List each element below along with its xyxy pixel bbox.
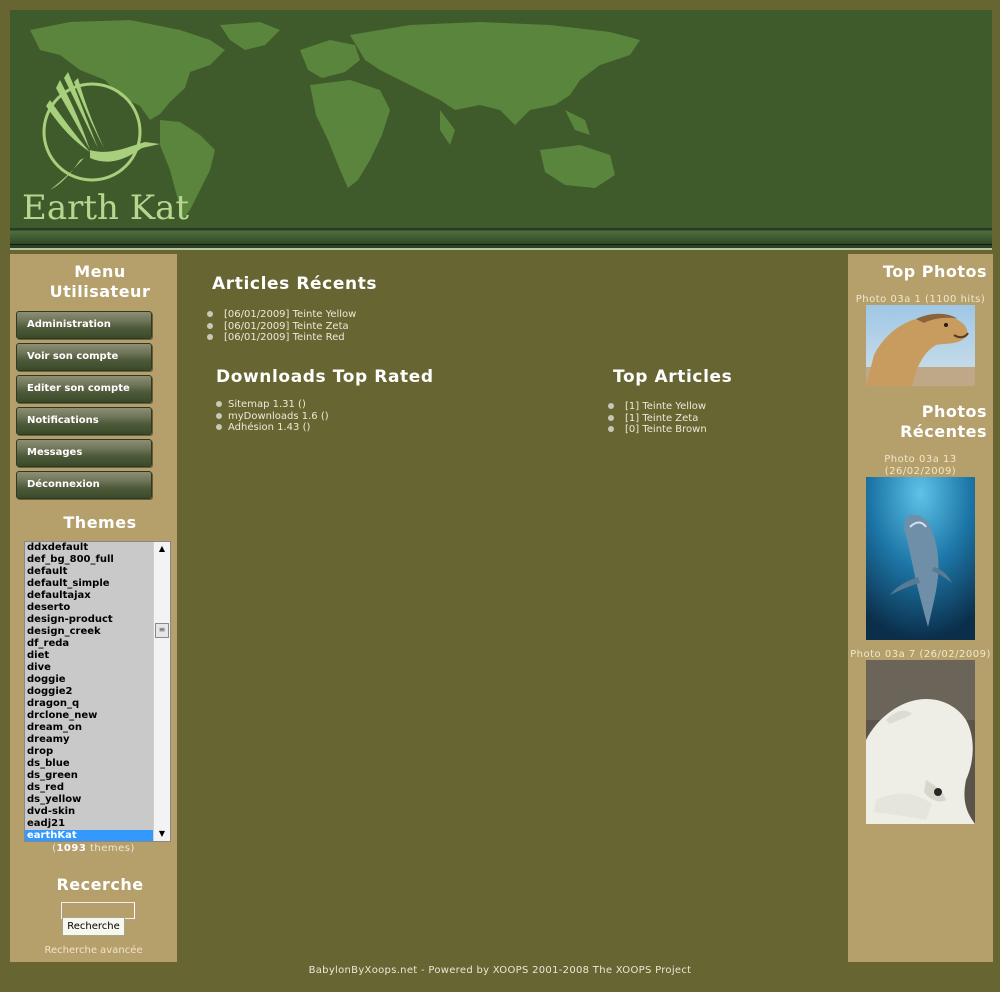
advanced-search-link[interactable]: Recherche avancée	[10, 945, 177, 956]
themes-count: (1093 themes)	[52, 843, 135, 854]
scroll-up-arrow-icon[interactable]: ▲	[154, 542, 170, 556]
theme-option[interactable]: dream_on	[25, 722, 153, 734]
right-sidebar: Top Photos Photo 03a 1 (1100 hits) Photo…	[848, 254, 993, 962]
recent-articles-list: [06/01/2009] Teinte Yellow [06/01/2009] …	[207, 309, 356, 344]
themes-listbox[interactable]: ddxdefault def_bg_800_full default defau…	[24, 541, 171, 842]
search-title: Recerche	[56, 875, 144, 894]
dolphin-photo-image	[866, 477, 975, 640]
theme-option[interactable]: ds_red	[25, 782, 153, 794]
user-menu-title: Menu Utilisateur	[49, 262, 151, 301]
polar-bear-photo-image	[866, 660, 975, 824]
theme-option[interactable]: ds_yellow	[25, 794, 153, 806]
theme-option[interactable]: ddxdefault	[25, 542, 153, 554]
theme-option[interactable]: default_simple	[25, 578, 153, 590]
theme-option[interactable]: doggie2	[25, 686, 153, 698]
theme-option[interactable]: design_creek	[25, 626, 153, 638]
theme-option[interactable]: defaultajax	[25, 590, 153, 602]
theme-option[interactable]: drclone_new	[25, 710, 153, 722]
theme-option[interactable]: diet	[25, 650, 153, 662]
list-item[interactable]: myDownloads 1.6 ()	[216, 411, 329, 423]
camel-photo[interactable]	[866, 305, 975, 386]
menu-logout-button[interactable]: Déconnexion	[16, 471, 152, 499]
menu-notifications-button[interactable]: Notifications	[16, 407, 152, 435]
theme-option[interactable]: def_bg_800_full	[25, 554, 153, 566]
menu-messages-button[interactable]: Messages	[16, 439, 152, 467]
menu-administration-button[interactable]: Administration	[16, 311, 152, 339]
theme-option-selected[interactable]: earthKat	[25, 830, 153, 841]
theme-option[interactable]: drop	[25, 746, 153, 758]
footer-text: BabylonByXoops.net - Powered by XOOPS 20…	[308, 965, 692, 976]
theme-option[interactable]: dvd-skin	[25, 806, 153, 818]
list-item[interactable]: [06/01/2009] Teinte Yellow	[207, 309, 356, 321]
theme-option[interactable]: dragon_q	[25, 698, 153, 710]
themes-scrollbar[interactable]: ▲ ≡ ▼	[153, 542, 170, 841]
downloads-list: Sitemap 1.31 () myDownloads 1.6 () Adhés…	[216, 399, 329, 434]
theme-option[interactable]: ds_green	[25, 770, 153, 782]
theme-option[interactable]: dreamy	[25, 734, 153, 746]
theme-option[interactable]: default	[25, 566, 153, 578]
recent-photo1-caption[interactable]: Photo 03a 13 (26/02/2009)	[848, 454, 993, 478]
themes-title: Themes	[63, 513, 137, 532]
list-item[interactable]: [0] Teinte Brown	[608, 424, 707, 436]
list-item[interactable]: Adhésion 1.43 ()	[216, 422, 329, 434]
downloads-top-rated-title: Downloads Top Rated	[216, 367, 434, 387]
scroll-down-arrow-icon[interactable]: ▼	[154, 827, 170, 841]
recent-articles-title: Articles Récents	[212, 274, 378, 294]
site-header: Earth Kat	[10, 10, 992, 228]
polar-bear-photo[interactable]	[866, 660, 975, 824]
theme-option[interactable]: design-product	[25, 614, 153, 626]
top-photos-title: Top Photos	[882, 262, 987, 281]
dolphin-photo[interactable]	[866, 477, 975, 640]
crane-logo-icon	[42, 72, 160, 190]
header-band	[10, 228, 992, 250]
site-name: Earth Kat	[22, 188, 190, 228]
top-articles-title: Top Articles	[613, 367, 733, 387]
recent-photos-title: Photos Récentes	[900, 402, 987, 441]
theme-option[interactable]: ds_blue	[25, 758, 153, 770]
search-button[interactable]: Recherche	[62, 917, 125, 936]
list-item[interactable]: Sitemap 1.31 ()	[216, 399, 329, 411]
theme-option[interactable]: df_reda	[25, 638, 153, 650]
top-articles-list: [1] Teinte Yellow [1] Teinte Zeta [0] Te…	[608, 401, 707, 436]
list-item[interactable]: [1] Teinte Zeta	[608, 413, 707, 425]
list-item[interactable]: [06/01/2009] Teinte Red	[207, 332, 356, 344]
scroll-thumb[interactable]: ≡	[155, 623, 169, 638]
camel-photo-image	[866, 305, 975, 386]
list-item[interactable]: [1] Teinte Yellow	[608, 401, 707, 413]
theme-option[interactable]: eadj21	[25, 818, 153, 830]
theme-option[interactable]: deserto	[25, 602, 153, 614]
menu-view-account-button[interactable]: Voir son compte	[16, 343, 152, 371]
menu-edit-account-button[interactable]: Editer son compte	[16, 375, 152, 403]
left-sidebar: Menu Utilisateur Administration Voir son…	[10, 254, 177, 962]
list-item[interactable]: [06/01/2009] Teinte Zeta	[207, 321, 356, 333]
theme-option[interactable]: doggie	[25, 674, 153, 686]
theme-option[interactable]: dive	[25, 662, 153, 674]
